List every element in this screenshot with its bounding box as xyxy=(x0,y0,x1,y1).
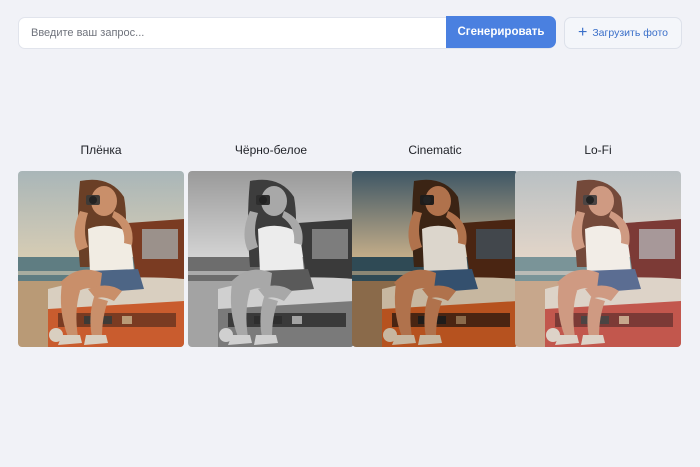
filter-title: Плёнка xyxy=(80,143,122,157)
filter-preview-image[interactable] xyxy=(188,171,354,347)
filter-card-film[interactable]: Плёнка xyxy=(18,143,184,347)
filter-preview-image[interactable] xyxy=(515,171,681,347)
filter-card-lofi[interactable]: Lo-Fi xyxy=(515,143,681,347)
filter-title: Cinematic xyxy=(408,143,462,157)
filter-card-cinematic[interactable]: Cinematic xyxy=(352,143,518,347)
filter-gallery: Плёнка Чёрно-белое Cinematic Lo-Fi xyxy=(18,143,682,348)
filter-preview-image[interactable] xyxy=(18,171,184,347)
filter-title: Lo-Fi xyxy=(584,143,612,157)
plus-icon: + xyxy=(578,24,588,41)
filter-preview-image[interactable] xyxy=(352,171,518,347)
upload-photo-button[interactable]: + Загрузить фото xyxy=(564,17,682,49)
upload-photo-label: Загрузить фото xyxy=(592,27,668,39)
top-bar: Сгенерировать + Загрузить фото xyxy=(18,16,682,49)
filter-title: Чёрно-белое xyxy=(234,143,308,157)
generate-button[interactable]: Сгенерировать xyxy=(446,16,556,48)
filter-card-bw[interactable]: Чёрно-белое xyxy=(188,143,354,347)
